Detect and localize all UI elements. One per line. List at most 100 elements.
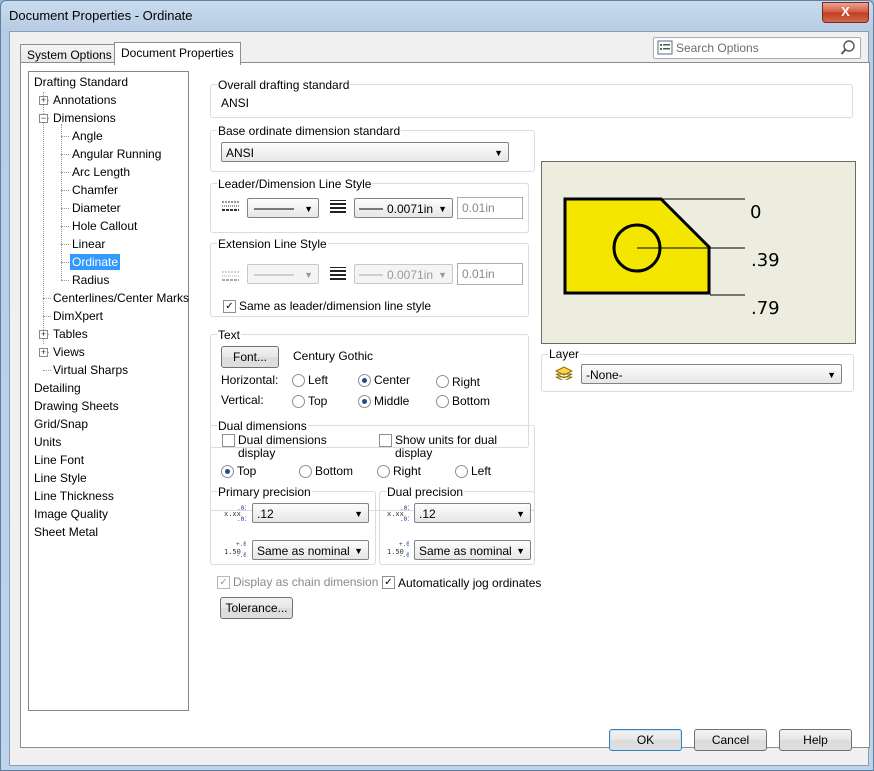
- base-standard-dropdown[interactable]: ANSI ▼: [221, 142, 509, 162]
- vertical-label: Vertical:: [221, 393, 264, 407]
- expand-tables-icon[interactable]: +: [39, 330, 48, 339]
- ordinate-preview: 0 .39 .79: [541, 161, 856, 344]
- cancel-button[interactable]: Cancel: [694, 729, 767, 751]
- primary-precision-label: Primary precision: [217, 485, 312, 499]
- svg-text:+.01: +.01: [399, 541, 409, 548]
- chain-dimension-checkbox[interactable]: ✓: [217, 576, 230, 589]
- tab-document-properties[interactable]: Document Properties: [114, 42, 241, 65]
- horizontal-right-radio[interactable]: [436, 375, 449, 388]
- dual-top-radio[interactable]: [221, 465, 234, 478]
- tree-item-radius[interactable]: Radius: [72, 272, 109, 288]
- vertical-top-radio[interactable]: [292, 395, 305, 408]
- tree-item-centerlines[interactable]: Centerlines/Center Marks: [53, 290, 189, 306]
- leader-line-style-label: Leader/Dimension Line Style: [217, 177, 373, 191]
- layer-dropdown[interactable]: -None- ▼: [581, 364, 842, 384]
- horizontal-left-radio[interactable]: [292, 374, 305, 387]
- tree-item-arc-length[interactable]: Arc Length: [72, 164, 130, 180]
- tree-item-units[interactable]: Units: [34, 434, 61, 450]
- options-list-icon: [657, 40, 673, 55]
- primary-precision-dropdown[interactable]: .12 ▼: [252, 503, 369, 523]
- tree-item-image-quality[interactable]: Image Quality: [34, 506, 108, 522]
- primary-tolerance-dropdown[interactable]: Same as nominal ▼: [252, 540, 369, 560]
- expand-views-icon[interactable]: +: [39, 348, 48, 357]
- ordinate-preview-drawing: [563, 197, 745, 296]
- tree-item-angular-running[interactable]: Angular Running: [72, 146, 161, 162]
- same-as-leader-checkbox[interactable]: ✓: [223, 300, 236, 313]
- precision-value-icon: .01 x.xx .01: [387, 505, 409, 522]
- tree-item-line-thickness[interactable]: Line Thickness: [34, 488, 114, 504]
- tree-item-drawing-sheets[interactable]: Drawing Sheets: [34, 398, 119, 414]
- tolerance-button[interactable]: Tolerance...: [220, 597, 293, 619]
- dual-tolerance-dropdown[interactable]: Same as nominal ▼: [414, 540, 531, 560]
- horizontal-center-radio[interactable]: [358, 374, 371, 387]
- tree-item-annotations[interactable]: Annotations: [53, 92, 116, 108]
- svg-text:-.01: -.01: [399, 552, 409, 558]
- chevron-down-icon: ▼: [354, 509, 363, 519]
- tree-item-hole-callout[interactable]: Hole Callout: [72, 218, 137, 234]
- tree-item-angle[interactable]: Angle: [72, 128, 103, 144]
- svg-text:-.01: -.01: [236, 552, 246, 558]
- font-name: Century Gothic: [293, 349, 374, 363]
- tree-item-line-style[interactable]: Line Style: [34, 470, 87, 486]
- tree-item-views[interactable]: Views: [53, 344, 85, 360]
- leader-thickness-dropdown[interactable]: 0.0071in ▼: [354, 198, 453, 218]
- jog-ordinates-checkbox[interactable]: ✓: [382, 576, 395, 589]
- search-icon[interactable]: [840, 40, 856, 56]
- tree-item-tables[interactable]: Tables: [53, 326, 88, 342]
- chevron-down-icon: ▼: [438, 270, 447, 280]
- ordinate-label-79: .79: [751, 298, 780, 319]
- overall-standard-label: Overall drafting standard: [217, 78, 351, 92]
- vertical-middle-radio[interactable]: [358, 395, 371, 408]
- chevron-down-icon: ▼: [438, 204, 447, 214]
- extension-line-style-label: Extension Line Style: [217, 237, 328, 251]
- chevron-down-icon: ▼: [304, 270, 313, 280]
- vertical-middle-label: Middle: [374, 394, 410, 408]
- show-units-dual-label-2: display: [395, 446, 433, 460]
- vertical-bottom-label: Bottom: [452, 394, 491, 408]
- font-button[interactable]: Font...: [221, 346, 279, 368]
- close-button[interactable]: X: [822, 2, 869, 23]
- expand-annotations-icon[interactable]: +: [39, 96, 48, 105]
- tree-item-chamfer[interactable]: Chamfer: [72, 182, 118, 198]
- tree-item-sheet-metal[interactable]: Sheet Metal: [34, 524, 98, 540]
- tree-item-drafting-standard[interactable]: Drafting Standard: [34, 74, 128, 90]
- horizontal-label: Horizontal:: [221, 373, 279, 387]
- precision-tolerance-icon: +.01 1.50 -.01: [387, 541, 409, 558]
- tree-item-virtual-sharps[interactable]: Virtual Sharps: [53, 362, 128, 378]
- line-style-icon: [222, 271, 239, 281]
- layer-label: Layer: [548, 347, 581, 361]
- tree-item-linear[interactable]: Linear: [72, 236, 105, 252]
- tree-item-dimensions[interactable]: Dimensions: [53, 110, 116, 126]
- collapse-dimensions-icon[interactable]: −: [39, 114, 48, 123]
- search-box[interactable]: Search Options: [653, 37, 861, 59]
- tree-item-grid-snap[interactable]: Grid/Snap: [34, 416, 88, 432]
- window-title: Document Properties - Ordinate: [9, 8, 193, 23]
- extension-custom-thickness-input[interactable]: 0.01in: [457, 263, 523, 285]
- help-button[interactable]: Help: [779, 729, 852, 751]
- ordinate-label-0: 0: [750, 202, 762, 223]
- tree-item-detailing[interactable]: Detailing: [34, 380, 81, 396]
- leader-line-style-dropdown[interactable]: ▼: [247, 198, 319, 218]
- tree-item-ordinate[interactable]: Ordinate: [70, 254, 121, 270]
- tree-item-line-font[interactable]: Line Font: [34, 452, 84, 468]
- line-thickness-icon: [330, 200, 346, 213]
- dual-bottom-radio[interactable]: [299, 465, 312, 478]
- vertical-bottom-radio[interactable]: [436, 395, 449, 408]
- title-bar: Document Properties - Ordinate X: [1, 1, 874, 31]
- dual-right-radio[interactable]: [377, 465, 390, 478]
- extension-line-style-dropdown[interactable]: ▼: [247, 264, 319, 284]
- dual-precision-dropdown[interactable]: .12 ▼: [414, 503, 531, 523]
- search-placeholder: Search Options: [676, 41, 759, 55]
- chevron-down-icon: ▼: [516, 546, 525, 556]
- tree-item-diameter[interactable]: Diameter: [72, 200, 121, 216]
- show-units-dual-checkbox[interactable]: [379, 434, 392, 447]
- ok-button[interactable]: OK: [609, 729, 682, 751]
- svg-text:.01: .01: [237, 516, 246, 522]
- leader-custom-thickness-input[interactable]: 0.01in: [457, 197, 523, 219]
- primary-precision-value: .12: [257, 507, 274, 521]
- dual-dimensions-display-checkbox[interactable]: [222, 434, 235, 447]
- chevron-down-icon: ▼: [516, 509, 525, 519]
- tree-item-dimxpert[interactable]: DimXpert: [53, 308, 103, 324]
- dual-left-radio[interactable]: [455, 465, 468, 478]
- extension-thickness-dropdown[interactable]: 0.0071in ▼: [354, 264, 453, 284]
